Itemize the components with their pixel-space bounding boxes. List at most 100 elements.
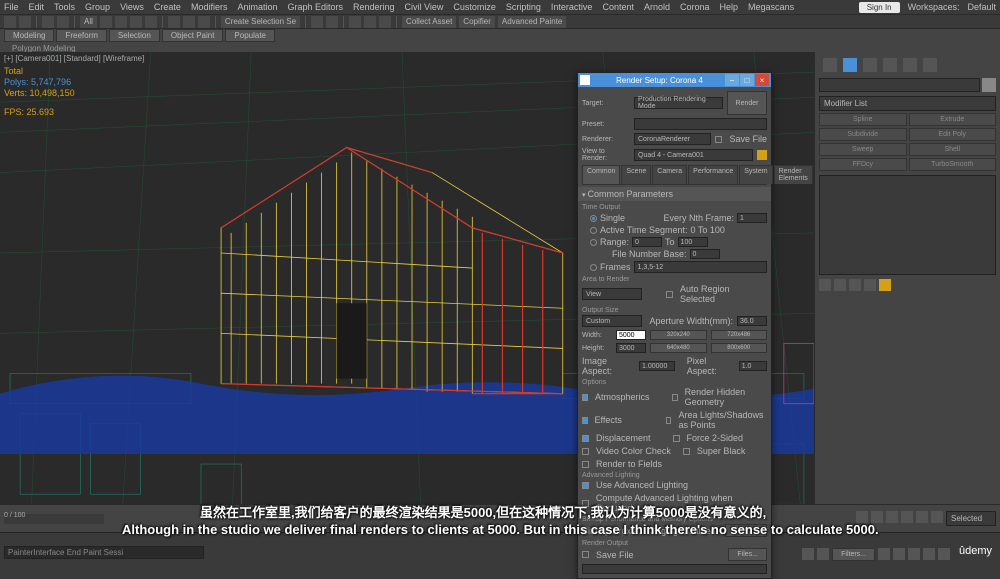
- menu-file[interactable]: File: [4, 2, 19, 12]
- make-unique-icon[interactable]: [849, 279, 861, 291]
- material-editor-icon[interactable]: [349, 16, 361, 28]
- scale-icon[interactable]: [145, 16, 157, 28]
- tab-camera[interactable]: Camera: [652, 165, 687, 184]
- render-hidden-checkbox[interactable]: [672, 394, 678, 401]
- unlink-icon[interactable]: [57, 16, 69, 28]
- selection-filter-dropdown[interactable]: All: [80, 16, 97, 28]
- file-number-base-spinner[interactable]: 0: [690, 249, 720, 259]
- save-file-checkbox[interactable]: [582, 551, 589, 558]
- preset-720x486[interactable]: 720x486: [711, 330, 768, 340]
- prev-frame-icon[interactable]: [886, 511, 898, 523]
- radio-range[interactable]: [590, 239, 597, 246]
- menu-edit[interactable]: Edit: [29, 2, 45, 12]
- menu-interactive[interactable]: Interactive: [551, 2, 593, 12]
- menu-help[interactable]: Help: [720, 2, 739, 12]
- configure-sets-icon[interactable]: [879, 279, 891, 291]
- preset-320x240[interactable]: 320x240: [650, 330, 707, 340]
- color-swatch[interactable]: [982, 78, 996, 92]
- menu-tools[interactable]: Tools: [54, 2, 75, 12]
- range-to-spinner[interactable]: 100: [678, 237, 708, 247]
- menu-scripting[interactable]: Scripting: [506, 2, 541, 12]
- renderer-dropdown[interactable]: CoronaRenderer: [634, 133, 711, 145]
- atmospherics-checkbox[interactable]: [582, 394, 588, 401]
- image-aspect-value[interactable]: 1.00000: [639, 361, 675, 371]
- link-icon[interactable]: [42, 16, 54, 28]
- filters-button[interactable]: Filters...: [832, 548, 875, 561]
- time-slider[interactable]: 0 / 100: [4, 514, 104, 524]
- show-end-result-icon[interactable]: [834, 279, 846, 291]
- tab-common[interactable]: Common: [582, 165, 620, 184]
- workspaces-value[interactable]: Default: [967, 2, 996, 12]
- advanced-painter-dropdown[interactable]: Advanced Painte: [498, 16, 567, 28]
- dialog-titlebar[interactable]: Render Setup: Corona 4 − □ ×: [578, 73, 771, 87]
- render-setup-icon[interactable]: [364, 16, 376, 28]
- video-color-checkbox[interactable]: [582, 448, 589, 455]
- motion-tab-icon[interactable]: [883, 58, 897, 72]
- height-spinner[interactable]: 3000: [616, 343, 646, 353]
- maxscript-listener[interactable]: [4, 546, 204, 559]
- named-selection-dropdown[interactable]: Create Selection Se: [221, 16, 300, 28]
- next-frame-icon[interactable]: [901, 511, 913, 523]
- area-dropdown[interactable]: View: [582, 288, 642, 300]
- force-2sided-checkbox[interactable]: [673, 435, 680, 442]
- use-adv-lighting-checkbox[interactable]: [582, 482, 589, 489]
- common-parameters-header[interactable]: ▾ Common Parameters: [578, 187, 771, 201]
- menu-modifiers[interactable]: Modifiers: [191, 2, 228, 12]
- tab-render-elements[interactable]: Render Elements: [774, 165, 813, 184]
- lock-view-icon[interactable]: [757, 150, 767, 160]
- width-spinner[interactable]: 5000: [616, 330, 646, 340]
- menu-group[interactable]: Group: [85, 2, 110, 12]
- aperture-spinner[interactable]: 36.0: [737, 316, 767, 326]
- radio-frames[interactable]: [590, 264, 597, 271]
- zoom-extents-icon[interactable]: [878, 548, 890, 560]
- modifier-btn-3[interactable]: Edit Poly: [909, 128, 997, 141]
- modifier-btn-2[interactable]: Subdivide: [819, 128, 907, 141]
- menu-megascans[interactable]: Megascans: [748, 2, 794, 12]
- copifier-dropdown[interactable]: Copifier: [459, 16, 495, 28]
- modifier-stack[interactable]: [819, 175, 996, 275]
- tab-scene[interactable]: Scene: [621, 165, 651, 184]
- isolate-icon[interactable]: [802, 548, 814, 560]
- modifier-btn-0[interactable]: Spline: [819, 113, 907, 126]
- ribbon-tab-selection[interactable]: Selection: [109, 29, 160, 42]
- viewport-label[interactable]: [+] [Camera001] [Standard] [Wireframe]: [4, 54, 144, 63]
- menu-arnold[interactable]: Arnold: [644, 2, 670, 12]
- align-icon[interactable]: [326, 16, 338, 28]
- move-icon[interactable]: [115, 16, 127, 28]
- goto-end-icon[interactable]: [916, 511, 928, 523]
- radio-single[interactable]: [590, 215, 597, 222]
- mirror-icon[interactable]: [311, 16, 323, 28]
- menu-rendering[interactable]: Rendering: [353, 2, 395, 12]
- snap-icon[interactable]: [168, 16, 180, 28]
- super-black-checkbox[interactable]: [683, 448, 690, 455]
- tab-system[interactable]: System: [739, 165, 772, 184]
- menu-corona[interactable]: Corona: [680, 2, 710, 12]
- modifier-list-dropdown[interactable]: Modifier List: [819, 96, 996, 111]
- minimize-button[interactable]: −: [725, 74, 739, 86]
- ribbon-tab-object-paint[interactable]: Object Paint: [162, 29, 224, 42]
- modifier-btn-4[interactable]: Sweep: [819, 143, 907, 156]
- effects-checkbox[interactable]: [582, 417, 588, 424]
- menu-views[interactable]: Views: [120, 2, 144, 12]
- every-nth-spinner[interactable]: 1: [737, 213, 767, 223]
- hierarchy-tab-icon[interactable]: [863, 58, 877, 72]
- range-from-spinner[interactable]: 0: [632, 237, 662, 247]
- close-button[interactable]: ×: [755, 74, 769, 86]
- modify-tab-icon[interactable]: [843, 58, 857, 72]
- menu-content[interactable]: Content: [602, 2, 634, 12]
- angle-snap-icon[interactable]: [183, 16, 195, 28]
- rotate-icon[interactable]: [130, 16, 142, 28]
- selected-dropdown[interactable]: Selected: [946, 511, 996, 526]
- remove-modifier-icon[interactable]: [864, 279, 876, 291]
- menu-graph-editors[interactable]: Graph Editors: [287, 2, 343, 12]
- pixel-aspect-value[interactable]: 1.0: [739, 361, 767, 371]
- files-button[interactable]: Files...: [728, 548, 767, 561]
- selection-lock-icon[interactable]: [817, 548, 829, 560]
- collect-asset-dropdown[interactable]: Collect Asset: [402, 16, 456, 28]
- menu-animation[interactable]: Animation: [237, 2, 277, 12]
- ribbon-tab-freeform[interactable]: Freeform: [56, 29, 106, 42]
- output-preset-dropdown[interactable]: Custom: [582, 315, 642, 327]
- maximize-viewport-icon[interactable]: [938, 548, 950, 560]
- menu-civil-view[interactable]: Civil View: [405, 2, 444, 12]
- key-mode-icon[interactable]: [931, 511, 943, 523]
